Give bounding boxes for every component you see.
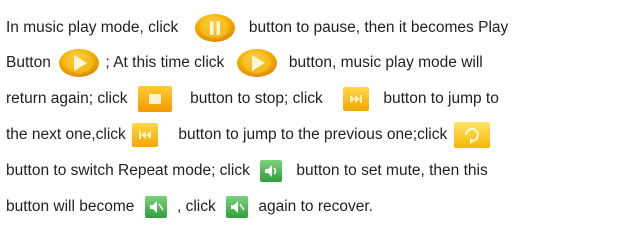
speaker-muted-icon	[144, 196, 167, 218]
play-icon	[57, 48, 101, 78]
pause-icon	[193, 13, 237, 43]
next-track-icon	[343, 87, 370, 111]
text-segment: button, music play mode will	[284, 54, 483, 71]
speaker-icon	[260, 160, 283, 182]
play-icon	[235, 48, 279, 78]
text-segment: the next one,click	[6, 126, 131, 143]
text-segment: ; At this time click	[101, 54, 229, 71]
text-line-1: In music play mode, click button to paus…	[6, 13, 508, 43]
text-segment: button to stop; click	[185, 90, 328, 107]
text-segment: button to pause, then it becomes Play	[244, 19, 509, 36]
text-segment: button to switch Repeat mode; click	[6, 162, 255, 179]
text-line-6: button will become , click again to reco…	[6, 192, 373, 222]
previous-track-icon	[132, 123, 159, 147]
text-line-3: return again; click button to stop; clic…	[6, 84, 499, 114]
text-segment: button to set mute, then this	[292, 162, 488, 179]
text-segment: return again; click	[6, 90, 132, 107]
speaker-muted-icon	[226, 196, 249, 218]
text-segment: In music play mode, click	[6, 19, 183, 36]
text-line-2: Button ; At this time click button, musi…	[6, 48, 483, 78]
text-line-5: button to switch Repeat mode; click butt…	[6, 156, 488, 186]
text-segment: button will become	[6, 198, 139, 215]
text-segment: button to jump to	[379, 90, 499, 107]
text-segment: again to recover.	[254, 198, 373, 215]
text-segment: , click	[172, 198, 221, 215]
text-line-4: the next one,click button to jump to the…	[6, 120, 490, 150]
text-segment: button to jump to the previous one;click	[174, 126, 452, 143]
text-segment: Button	[6, 54, 56, 71]
stop-icon	[137, 86, 172, 112]
repeat-mode-icon	[453, 122, 490, 148]
